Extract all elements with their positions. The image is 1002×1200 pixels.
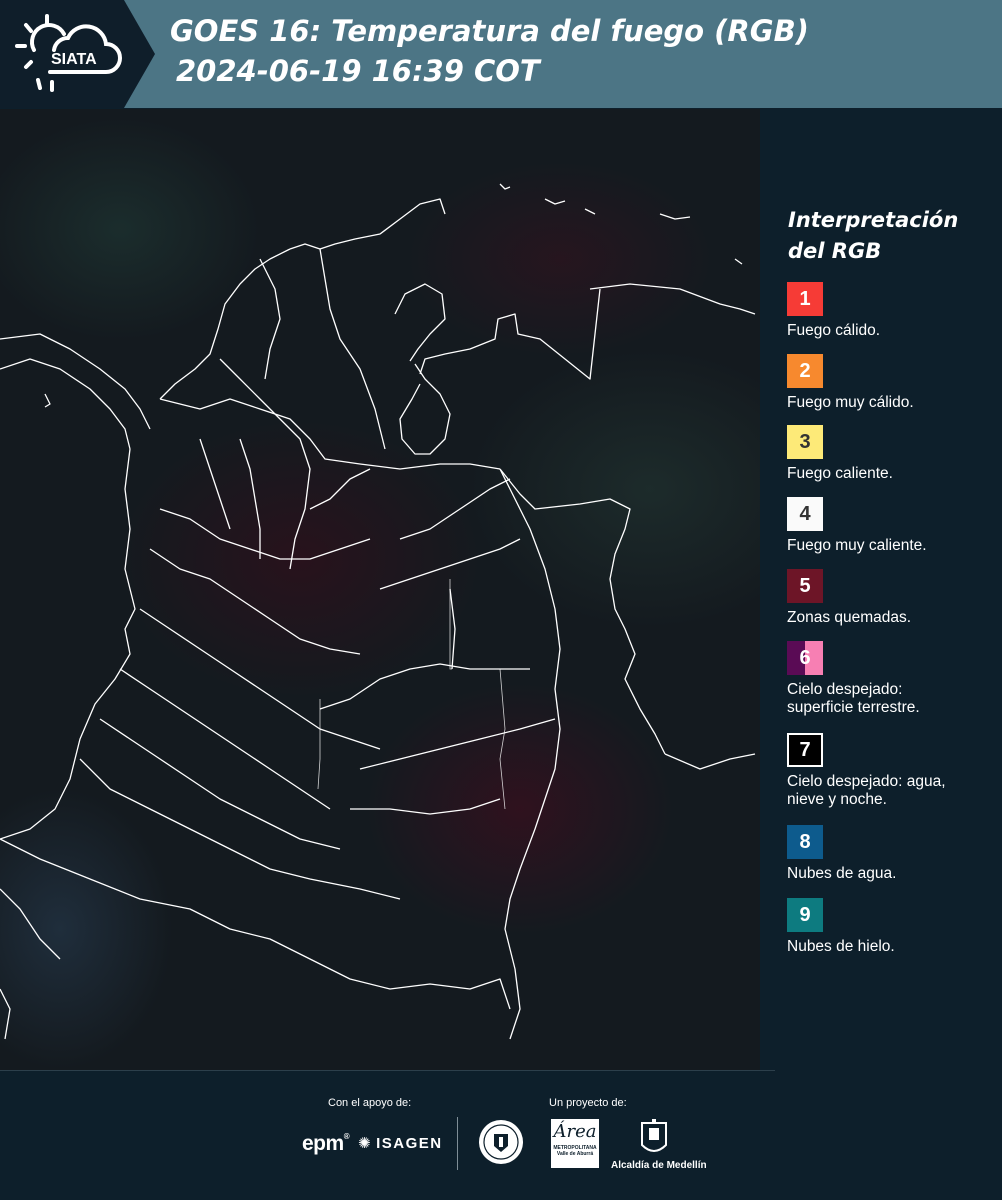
legend-label: Cielo despejado: agua, nieve y noche. (787, 773, 946, 808)
legend-label: Fuego cálido. (787, 322, 881, 339)
legend-item-3: 3 Fuego caliente. (787, 425, 1002, 483)
legend-label: Zonas quemadas. (787, 609, 912, 626)
medellin-shield-icon[interactable] (640, 1119, 668, 1157)
legend-number: 4 (799, 502, 811, 525)
legend-label: Fuego muy caliente. (787, 537, 927, 554)
page-timestamp: 2024-06-19 16:39 COT (176, 54, 540, 88)
legend-swatch-2: 2 (787, 354, 823, 388)
legend-label: Nubes de hielo. (787, 938, 895, 955)
legend-number: 6 (799, 646, 811, 669)
epm-logo[interactable]: epm® (302, 1132, 350, 1156)
legend-number: 3 (799, 430, 811, 453)
legend-number: 2 (799, 359, 811, 382)
legend-swatch-6: 6 (787, 641, 823, 675)
footer: Con el apoyo de: Un proyecto de: epm® ✺ I… (0, 1070, 1002, 1200)
footer-separator (457, 1117, 458, 1170)
legend-swatch-4: 4 (787, 497, 823, 531)
sun-cloud-icon: SIATA (15, 14, 122, 92)
isagen-leaf-icon: ✺ (358, 1135, 373, 1152)
legend-label: Cielo despejado: superficie terrestre. (787, 681, 920, 716)
legend-item-5: 5 Zonas quemadas. (787, 569, 1002, 627)
legend-swatch-1: 1 (787, 282, 823, 316)
legend-swatch-3: 3 (787, 425, 823, 459)
legend-number: 7 (799, 738, 811, 761)
support-label: Con el apoyo de: (328, 1097, 412, 1109)
legend-number: 9 (799, 903, 811, 926)
legend-title: Interpretación del RGB (788, 208, 959, 263)
alcaldia-label: Alcaldía de Medellín (611, 1160, 707, 1171)
isagen-logo[interactable]: ✺ ISAGEN (358, 1134, 443, 1152)
legend-number: 5 (799, 574, 811, 597)
page-title: GOES 16: Temperatura del fuego (RGB) (170, 14, 809, 48)
siata-logo-text: SIATA (51, 51, 97, 68)
legend-label: Fuego muy cálido. (787, 394, 914, 411)
area-logo-subtitle: METROPOLITANA Valle de Aburrá (553, 1145, 597, 1157)
footer-divider (0, 1070, 775, 1071)
project-label: Un proyecto de: (549, 1097, 627, 1109)
legend-item-4: 4 Fuego muy caliente. (787, 497, 1002, 555)
legend-panel: Interpretación del RGB 1 Fuego cálido. 2 Fu… (770, 109, 1002, 1070)
legend-number: 1 (799, 287, 811, 310)
university-seal-icon[interactable] (477, 1118, 525, 1166)
area-metropolitana-logo[interactable]: Área METROPOLITANA Valle de Aburrá (551, 1119, 599, 1168)
header-bar: SIATA GOES 16: Temperatura del fuego (RG… (0, 0, 1002, 108)
legend-swatch-9: 9 (787, 898, 823, 932)
legend-swatch-8: 8 (787, 825, 823, 859)
isagen-logo-text: ISAGEN (376, 1135, 443, 1152)
satellite-map[interactable] (0, 109, 760, 1070)
legend-item-2: 2 Fuego muy cálido. (787, 354, 1002, 412)
epm-logo-text: epm (302, 1132, 344, 1155)
legend-item-9: 9 Nubes de hielo. (787, 898, 1002, 956)
country-borders (0, 183, 756, 1040)
area-logo-word: Área (553, 1121, 597, 1142)
legend-swatch-5: 5 (787, 569, 823, 603)
legend-item-6: 6 Cielo despejado: superficie terrestre. (787, 641, 1002, 717)
legend-item-1: 1 Fuego cálido. (787, 282, 1002, 340)
legend-item-7: 7 Cielo despejado: agua, nieve y noche. (787, 733, 1002, 809)
legend-swatch-7: 7 (787, 733, 823, 767)
legend-item-8: 8 Nubes de agua. (787, 825, 1002, 883)
legend-number: 8 (799, 830, 811, 853)
legend-label: Fuego caliente. (787, 465, 893, 482)
siata-logo[interactable]: SIATA (0, 0, 155, 108)
legend-label: Nubes de agua. (787, 865, 897, 882)
